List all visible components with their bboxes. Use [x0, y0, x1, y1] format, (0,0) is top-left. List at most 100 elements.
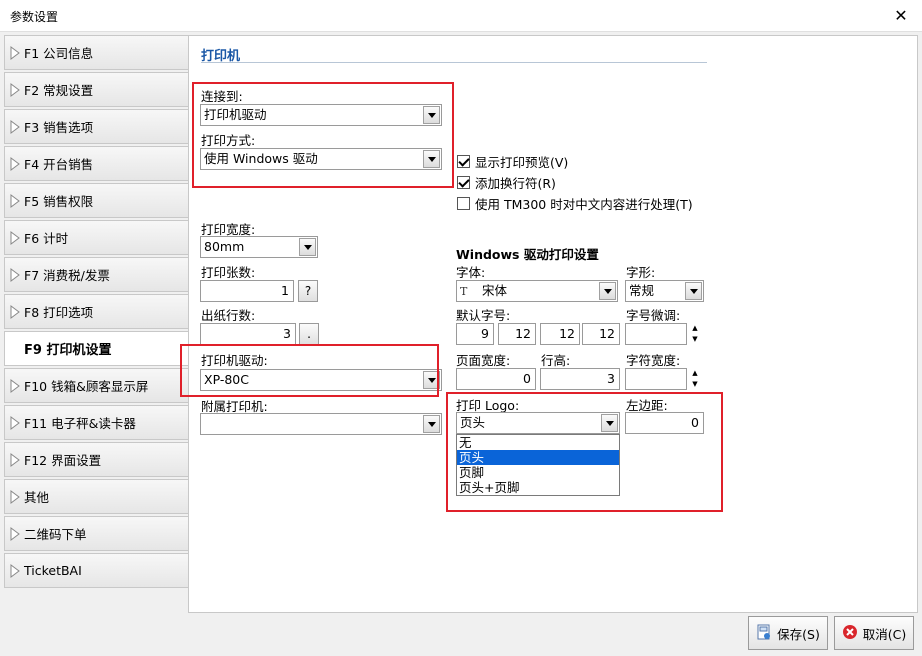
checkbox-checked[interactable] — [457, 155, 470, 168]
sidebar-item-printer-settings[interactable]: F9 打印机设置 — [4, 331, 190, 366]
section-divider — [201, 62, 707, 63]
default-size-label: 默认字号: — [456, 308, 511, 323]
checkbox-unchecked[interactable] — [457, 197, 470, 210]
size-adjust-input[interactable] — [625, 323, 687, 345]
sidebar-item-company[interactable]: F1 公司信息 — [4, 35, 188, 70]
sidebar-item-label: F9 打印机设置 — [24, 343, 112, 358]
line-height-input[interactable]: 3 — [540, 368, 620, 390]
highlight-box — [446, 392, 723, 512]
cancel-button[interactable]: 取消(C) — [834, 616, 914, 650]
width-select-value: 80mm — [204, 239, 245, 254]
feed-label: 出纸行数: — [201, 308, 256, 323]
play-arrow-icon — [9, 489, 21, 504]
play-arrow-icon — [9, 304, 21, 319]
sidebar-item-table-sales[interactable]: F4 开台销售 — [4, 146, 188, 181]
sidebar-item-general[interactable]: F2 常规设置 — [4, 72, 188, 107]
line-height-label: 行高: — [541, 353, 571, 368]
sidebar-item-label: F6 计时 — [24, 231, 69, 246]
play-arrow-icon — [9, 526, 21, 541]
save-icon — [756, 624, 772, 643]
sidebar-item-other[interactable]: 其他 — [4, 479, 188, 514]
aux-printer-select[interactable] — [200, 413, 442, 435]
sidebar-item-ticketbai[interactable]: TicketBAI — [4, 553, 188, 588]
play-arrow-icon — [9, 378, 21, 393]
page-width-input[interactable]: 0 — [456, 368, 536, 390]
char-width-input[interactable] — [625, 368, 687, 390]
title-bar: 参数设置 ✕ — [0, 0, 922, 32]
style-select[interactable]: 常规 — [625, 280, 704, 302]
highlight-box — [180, 344, 439, 397]
copies-label: 打印张数: — [201, 265, 256, 280]
play-arrow-icon — [9, 82, 21, 97]
play-arrow-icon — [9, 45, 21, 60]
checkbox-checked[interactable] — [457, 176, 470, 189]
play-arrow-icon — [9, 119, 21, 134]
sidebar-item-label: 其他 — [24, 490, 50, 505]
sidebar-item-label: F3 销售选项 — [24, 120, 94, 135]
sidebar-item-sales-options[interactable]: F3 销售选项 — [4, 109, 188, 144]
size-input-4[interactable]: 12 — [582, 323, 620, 345]
sidebar-item-label: TicketBAI — [24, 563, 82, 578]
highlight-box — [192, 82, 454, 188]
tm300-checkbox-label: 使用 TM300 时对中文内容进行处理(T) — [475, 197, 693, 212]
spin-updown-icon[interactable]: ▲ ▼ — [690, 368, 700, 390]
feed-more-button[interactable]: . — [299, 323, 319, 345]
sidebar-item-label: F10 钱箱&顾客显示屏 — [24, 379, 149, 394]
truetype-font-icon: T — [460, 285, 468, 298]
play-arrow-icon — [9, 267, 21, 282]
play-arrow-icon — [9, 230, 21, 245]
sidebar-item-qr-order[interactable]: 二维码下单 — [4, 516, 188, 551]
sidebar-item-print-options[interactable]: F8 打印选项 — [4, 294, 188, 329]
sidebar-item-cashbox-display[interactable]: F10 钱箱&顾客显示屏 — [4, 368, 188, 403]
page-width-label: 页面宽度: — [456, 353, 511, 368]
sidebar-item-label: F8 打印选项 — [24, 305, 94, 320]
sidebar-item-label: 二维码下单 — [24, 527, 87, 542]
play-arrow-icon — [9, 342, 21, 356]
size-input-3[interactable]: 12 — [540, 323, 580, 345]
font-label: 字体: — [456, 265, 486, 280]
newline-checkbox[interactable]: 添加换行符(R) — [457, 173, 556, 192]
size-input-2[interactable]: 12 — [498, 323, 536, 345]
play-arrow-icon — [9, 193, 21, 208]
play-arrow-icon — [9, 156, 21, 171]
preview-checkbox[interactable]: 显示打印预览(V) — [457, 152, 568, 171]
sidebar-item-label: F5 销售权限 — [24, 194, 94, 209]
font-select-value: 宋体 — [482, 283, 508, 298]
char-width-label: 字符宽度: — [626, 353, 681, 368]
copies-input[interactable]: 1 — [200, 280, 294, 302]
save-button[interactable]: 保存(S) — [748, 616, 828, 650]
tm300-checkbox[interactable]: 使用 TM300 时对中文内容进行处理(T) — [457, 194, 693, 213]
spin-updown-icon[interactable]: ▲ ▼ — [690, 323, 700, 345]
chevron-down-icon[interactable] — [685, 282, 702, 300]
sidebar-item-timing[interactable]: F6 计时 — [4, 220, 188, 255]
feed-input[interactable]: 3 — [200, 323, 296, 345]
sidebar-item-scale-card[interactable]: F11 电子秤&读卡器 — [4, 405, 188, 440]
preview-checkbox-label: 显示打印预览(V) — [475, 155, 569, 170]
sidebar-item-interface[interactable]: F12 界面设置 — [4, 442, 188, 477]
play-arrow-icon — [9, 415, 21, 430]
font-select[interactable]: T 宋体 — [456, 280, 618, 302]
size-adjust-label: 字号微调: — [626, 308, 681, 323]
chevron-down-icon[interactable] — [299, 238, 316, 256]
sidebar-item-label: F12 界面设置 — [24, 453, 102, 468]
sidebar-item-label: F4 开台销售 — [24, 157, 94, 172]
close-icon[interactable]: ✕ — [890, 5, 912, 27]
sidebar-item-label: F2 常规设置 — [24, 83, 94, 98]
help-button[interactable]: ? — [298, 280, 318, 302]
sidebar-item-tax-invoice[interactable]: F7 消费税/发票 — [4, 257, 188, 292]
cancel-button-label: 取消(C) — [862, 626, 907, 642]
chevron-down-icon[interactable] — [423, 415, 440, 433]
cancel-icon — [842, 624, 858, 643]
size-input-1[interactable]: 9 — [456, 323, 494, 345]
window-title: 参数设置 — [10, 10, 59, 24]
chevron-down-icon[interactable] — [599, 282, 616, 300]
sidebar-item-label: F1 公司信息 — [24, 46, 94, 61]
save-button-label: 保存(S) — [777, 626, 820, 642]
sidebar-item-sales-permissions[interactable]: F5 销售权限 — [4, 183, 188, 218]
width-select[interactable]: 80mm — [200, 236, 318, 258]
sidebar-item-label: F7 消费税/发票 — [24, 268, 110, 283]
win-settings-title: Windows 驱动打印设置 — [456, 247, 599, 262]
play-arrow-icon — [9, 452, 21, 467]
newline-checkbox-label: 添加换行符(R) — [475, 176, 556, 191]
style-label: 字形: — [626, 265, 656, 280]
